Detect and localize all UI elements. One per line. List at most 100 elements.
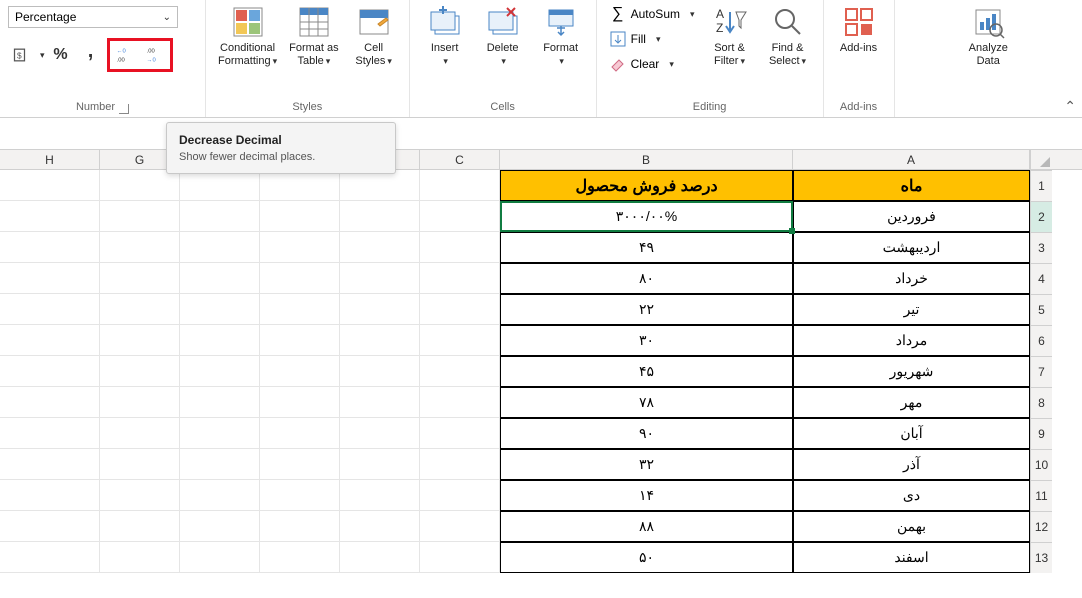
cell[interactable] — [100, 263, 180, 294]
format-as-table-button[interactable]: Format as Table▾ — [285, 2, 343, 69]
cell-A[interactable]: شهریور — [793, 356, 1030, 387]
cell[interactable] — [420, 480, 500, 511]
row-header[interactable]: 13 — [1030, 542, 1052, 573]
cell[interactable] — [180, 201, 260, 232]
cell[interactable] — [100, 449, 180, 480]
col-header-C[interactable]: C — [420, 150, 500, 169]
cell[interactable] — [420, 201, 500, 232]
cell[interactable] — [0, 294, 100, 325]
cell-A[interactable]: دی — [793, 480, 1030, 511]
cell[interactable] — [420, 356, 500, 387]
decrease-decimal-button[interactable]: .00→0 — [141, 42, 169, 68]
cell[interactable] — [100, 170, 180, 201]
cell[interactable] — [180, 418, 260, 449]
cell-A[interactable]: تیر — [793, 294, 1030, 325]
cell[interactable] — [0, 449, 100, 480]
cell[interactable] — [340, 325, 420, 356]
cell[interactable] — [260, 294, 340, 325]
cell-A[interactable]: خرداد — [793, 263, 1030, 294]
cell[interactable] — [0, 542, 100, 573]
row-header[interactable]: 8 — [1030, 387, 1052, 418]
insert-button[interactable]: Insert▾ — [418, 2, 472, 69]
cell[interactable] — [100, 418, 180, 449]
row-header[interactable]: 6 — [1030, 325, 1052, 356]
cell[interactable] — [340, 201, 420, 232]
cell[interactable] — [420, 387, 500, 418]
cell-B[interactable]: ۱۴ — [500, 480, 793, 511]
cell[interactable] — [260, 232, 340, 263]
cell-B[interactable]: ۳۲ — [500, 449, 793, 480]
row-header[interactable]: 9 — [1030, 418, 1052, 449]
cell[interactable] — [420, 325, 500, 356]
cell[interactable] — [340, 387, 420, 418]
cell-A[interactable]: مهر — [793, 387, 1030, 418]
cell[interactable] — [340, 232, 420, 263]
cell[interactable] — [260, 325, 340, 356]
percent-style-button[interactable]: % — [47, 42, 75, 68]
row-header[interactable]: 10 — [1030, 449, 1052, 480]
cell-B[interactable]: درصد فروش محصول — [500, 170, 793, 201]
cell[interactable] — [180, 325, 260, 356]
cell-A[interactable]: مرداد — [793, 325, 1030, 356]
cell[interactable] — [0, 511, 100, 542]
cell[interactable] — [340, 356, 420, 387]
cell[interactable] — [420, 511, 500, 542]
cell-B[interactable]: ۳۰۰۰/۰۰% — [500, 201, 793, 232]
cell[interactable] — [180, 294, 260, 325]
cell[interactable] — [260, 542, 340, 573]
cell-A[interactable]: ماه — [793, 170, 1030, 201]
row-header[interactable]: 7 — [1030, 356, 1052, 387]
addins-button[interactable]: Add-ins — [832, 2, 886, 57]
cell[interactable] — [100, 480, 180, 511]
cell[interactable] — [260, 201, 340, 232]
row-header[interactable]: 5 — [1030, 294, 1052, 325]
row-header[interactable]: 4 — [1030, 263, 1052, 294]
formula-bar[interactable] — [0, 118, 1082, 150]
format-button[interactable]: Format▾ — [534, 2, 588, 69]
cell[interactable] — [340, 170, 420, 201]
cell[interactable] — [340, 294, 420, 325]
cell-A[interactable]: آذر — [793, 449, 1030, 480]
cell[interactable] — [180, 387, 260, 418]
cell[interactable] — [260, 511, 340, 542]
cell-B[interactable]: ۸۸ — [500, 511, 793, 542]
increase-decimal-button[interactable]: ←0.00 — [111, 42, 139, 68]
row-header[interactable]: 3 — [1030, 232, 1052, 263]
cell-B[interactable]: ۴۹ — [500, 232, 793, 263]
cell-B[interactable]: ۸۰ — [500, 263, 793, 294]
col-header-B[interactable]: B — [500, 150, 793, 169]
cell[interactable] — [180, 356, 260, 387]
cell[interactable] — [420, 418, 500, 449]
cell[interactable] — [260, 480, 340, 511]
cell[interactable] — [420, 449, 500, 480]
accounting-format-button[interactable]: $ — [8, 42, 36, 68]
row-header[interactable]: 11 — [1030, 480, 1052, 511]
cell[interactable] — [340, 480, 420, 511]
delete-button[interactable]: Delete▾ — [476, 2, 530, 69]
find-select-button[interactable]: Find & Select▾ — [761, 2, 815, 69]
select-all-triangle[interactable] — [1030, 150, 1052, 169]
collapse-ribbon-icon[interactable]: ⌃ — [1064, 98, 1076, 115]
cell[interactable] — [100, 201, 180, 232]
cell-styles-button[interactable]: Cell Styles▾ — [347, 2, 401, 69]
cell[interactable] — [260, 418, 340, 449]
number-format-dropdown[interactable]: Percentage ⌄ — [8, 6, 178, 28]
cell[interactable] — [100, 294, 180, 325]
comma-style-button[interactable]: , — [77, 42, 105, 68]
cell[interactable] — [340, 511, 420, 542]
col-header-A[interactable]: A — [793, 150, 1030, 169]
cell[interactable] — [420, 294, 500, 325]
cell[interactable] — [0, 325, 100, 356]
cell[interactable] — [100, 356, 180, 387]
cell-A[interactable]: بهمن — [793, 511, 1030, 542]
cell[interactable] — [260, 449, 340, 480]
cell-B[interactable]: ۵۰ — [500, 542, 793, 573]
cell[interactable] — [180, 170, 260, 201]
cell[interactable] — [180, 480, 260, 511]
cell[interactable] — [0, 201, 100, 232]
cell[interactable] — [0, 170, 100, 201]
cell-B[interactable]: ۷۸ — [500, 387, 793, 418]
cell[interactable] — [180, 542, 260, 573]
cell-A[interactable]: اسفند — [793, 542, 1030, 573]
cell[interactable] — [0, 418, 100, 449]
